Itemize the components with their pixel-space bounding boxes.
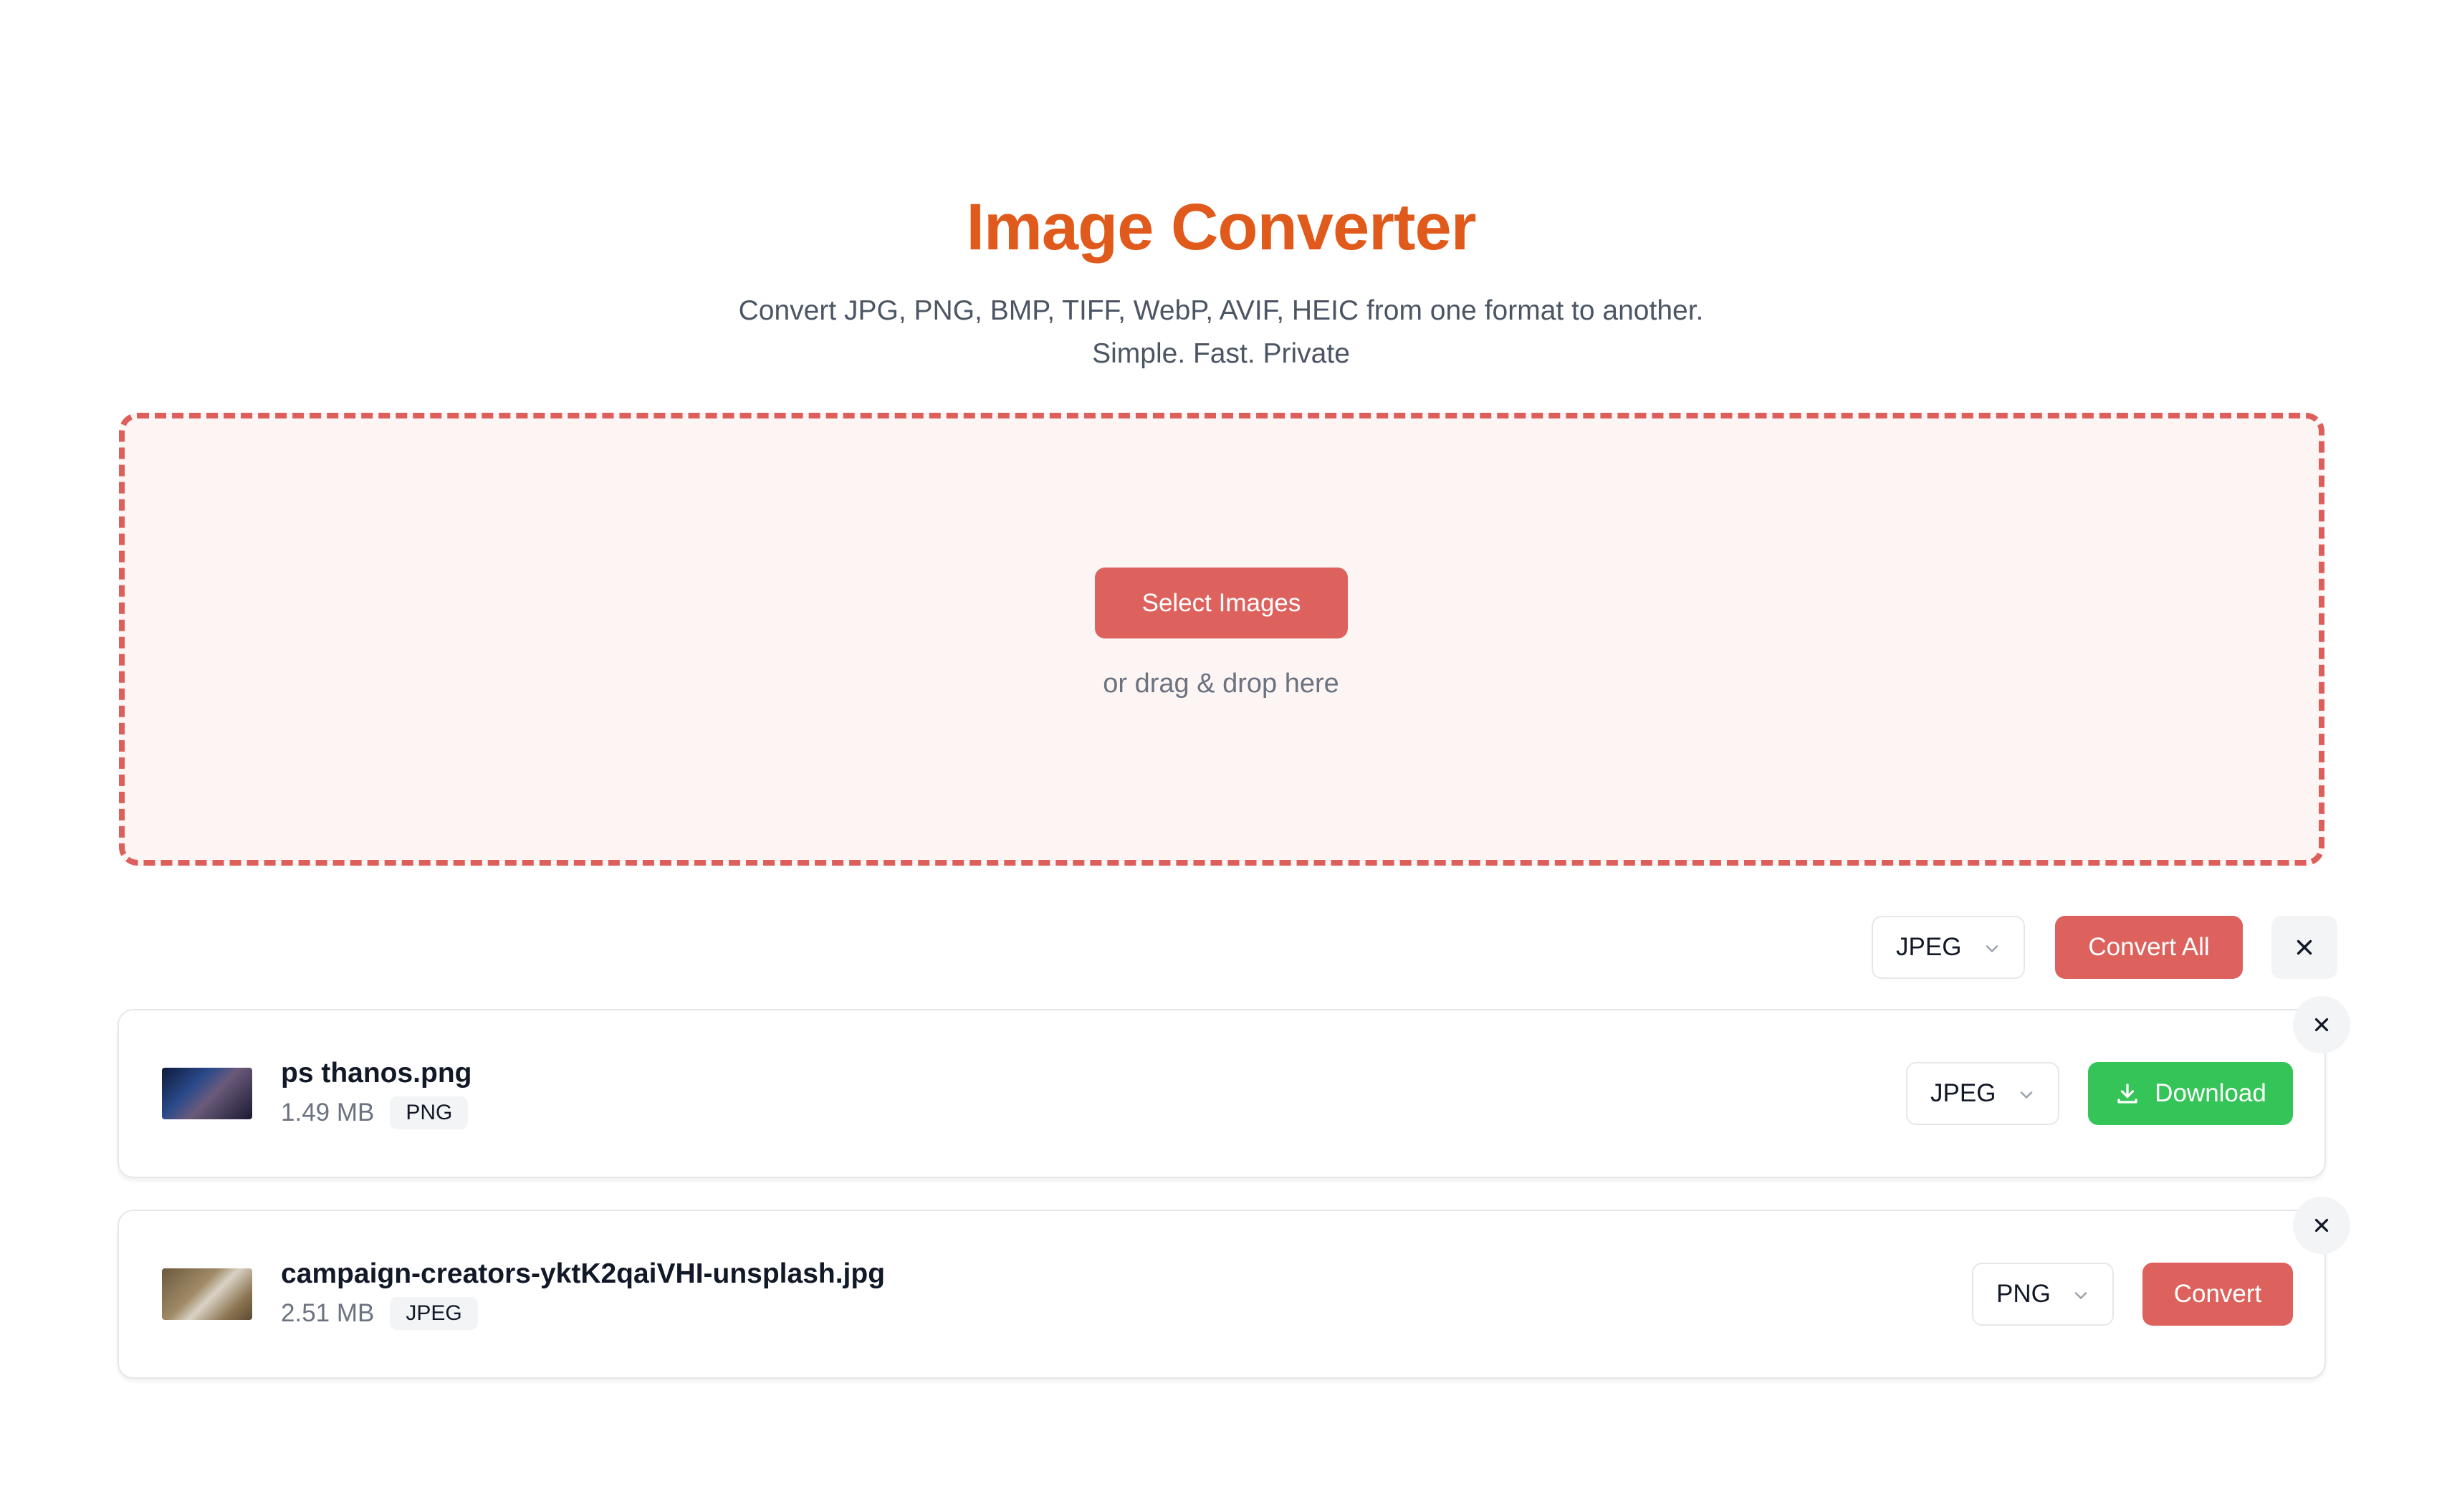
file-name: campaign-creators-yktK2qaiVHI-unsplash.j… (281, 1258, 886, 1289)
image-converter-page: Image Converter Convert JPG, PNG, BMP, T… (0, 0, 2442, 1512)
chevron-down-icon (2074, 1292, 2087, 1299)
download-button[interactable]: Download (2088, 1062, 2293, 1125)
global-format-select[interactable]: JPEG (1872, 916, 2025, 979)
file-type-badge: PNG (390, 1096, 469, 1129)
file-type-badge: JPEG (390, 1297, 478, 1330)
drop-hint: or drag & drop here (1103, 669, 1339, 699)
download-icon (2117, 1083, 2137, 1104)
convert-button[interactable]: Convert (2142, 1263, 2293, 1326)
close-icon (2297, 939, 2312, 955)
close-icon (2314, 1218, 2329, 1233)
file-meta: 1.49 MB PNG (281, 1096, 469, 1129)
file-size: 2.51 MB (281, 1299, 375, 1327)
chevron-down-icon (1986, 945, 1998, 952)
remove-file-button[interactable] (2293, 996, 2350, 1053)
target-format-select[interactable]: PNG (1972, 1263, 2114, 1326)
drop-zone[interactable] (119, 413, 2324, 866)
file-size: 1.49 MB (281, 1099, 375, 1126)
file-name: ps thanos.png (281, 1058, 472, 1088)
global-format-value: JPEG (1896, 933, 1962, 961)
file-card: ps thanos.png 1.49 MB PNG JPEG Download (118, 1009, 2326, 1178)
page-title: Image Converter (966, 191, 1476, 264)
convert-all-button[interactable]: Convert All (2055, 916, 2243, 979)
remove-file-button[interactable] (2293, 1197, 2350, 1254)
target-format-select[interactable]: JPEG (1906, 1062, 2059, 1125)
file-thumbnail (162, 1068, 252, 1119)
target-format-value: JPEG (1930, 1079, 1996, 1107)
close-icon (2314, 1018, 2329, 1032)
select-images-button[interactable]: Select Images (1095, 568, 1348, 638)
file-meta: 2.51 MB JPEG (281, 1297, 478, 1330)
subtitle-line-1: Convert JPG, PNG, BMP, TIFF, WebP, AVIF,… (738, 295, 1704, 326)
file-thumbnail (162, 1268, 252, 1320)
subtitle-line-2: Simple. Fast. Private (1092, 338, 1350, 369)
target-format-value: PNG (1996, 1280, 2051, 1308)
clear-all-button[interactable] (2271, 916, 2337, 979)
file-card: campaign-creators-yktK2qaiVHI-unsplash.j… (118, 1210, 2326, 1379)
page-subtitle: Convert JPG, PNG, BMP, TIFF, WebP, AVIF,… (0, 290, 2442, 375)
chevron-down-icon (2020, 1091, 2033, 1099)
download-label: Download (2155, 1079, 2266, 1107)
